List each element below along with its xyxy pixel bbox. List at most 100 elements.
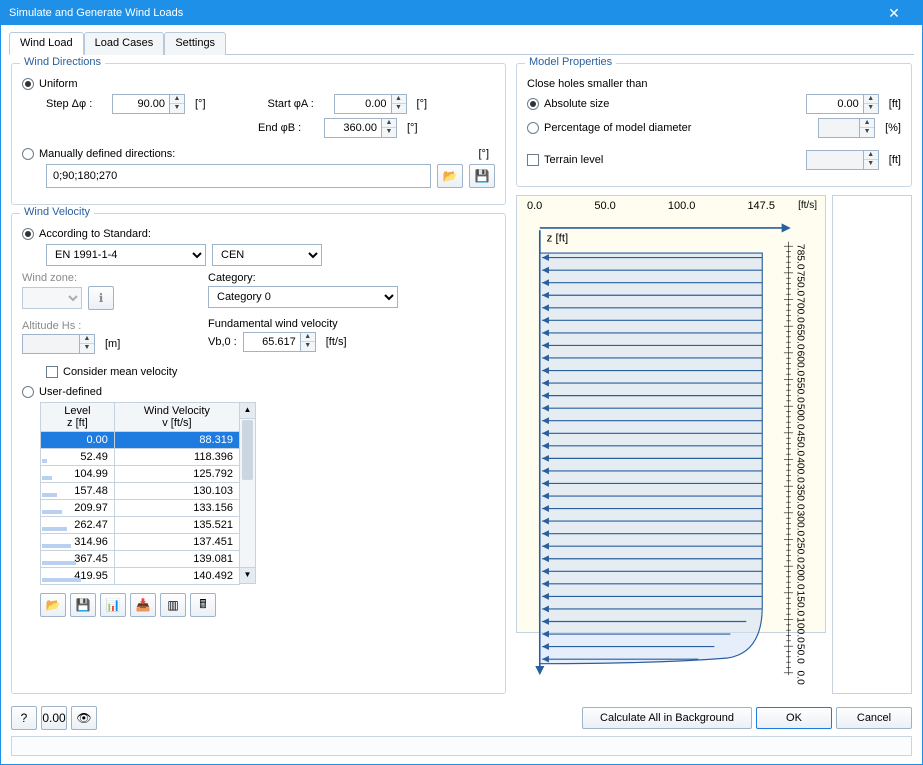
label-step-dphi: Step Δφ : (46, 98, 106, 110)
svg-text:250.0: 250.0 (795, 537, 806, 563)
svg-text:785.0: 785.0 (795, 244, 806, 270)
svg-text:600.0: 600.0 (795, 351, 806, 377)
units-settings-icon[interactable]: 0.00 (41, 706, 67, 730)
radio-percentage-diameter[interactable]: Percentage of model diameter (527, 122, 691, 134)
svg-text:0.0: 0.0 (795, 671, 806, 686)
table-row[interactable]: 314.96137.451 (41, 534, 240, 551)
save-icon[interactable]: 💾 (469, 164, 495, 188)
select-national-annex[interactable]: CEN (212, 244, 322, 266)
table-height-velocity: Levelz [ft] Wind Velocityv [ft/s] 0.0088… (40, 402, 240, 585)
group-wind-directions: Wind Directions Uniform Step Δφ : ▲▼ [°] (11, 63, 506, 205)
save-icon[interactable]: 💾 (70, 593, 96, 617)
chevron-up-icon[interactable]: ▲ (864, 95, 878, 104)
radio-dot-icon (22, 228, 34, 240)
chevron-up-icon[interactable]: ▲ (240, 403, 255, 419)
svg-text:700.0: 700.0 (795, 297, 806, 323)
radio-manual-label: Manually defined directions: (39, 148, 175, 160)
chevron-down-icon[interactable]: ▼ (392, 104, 406, 113)
label-altitude-hs: Altitude Hs : (22, 320, 202, 332)
unit-altitude: [m] (105, 338, 120, 350)
checkbox-mean-velocity[interactable]: Consider mean velocity (46, 366, 177, 378)
scrollbar-thumb[interactable] (242, 420, 253, 480)
button-calculate-background[interactable]: Calculate All in Background (582, 707, 752, 729)
unit-start: [°] (417, 98, 428, 110)
table-row[interactable]: 419.95140.492 (41, 568, 240, 585)
select-terrain-category[interactable]: Category 0 (208, 286, 398, 308)
radio-absolute-size[interactable]: Absolute size (527, 98, 609, 110)
export-excel-icon[interactable]: 📊 (100, 593, 126, 617)
group-model-properties: Model Properties Close holes smaller tha… (516, 63, 912, 187)
input-vb0[interactable]: ▲▼ (243, 332, 316, 352)
unit-manual: [°] (478, 148, 489, 160)
radio-uniform-label: Uniform (39, 78, 78, 90)
button-ok[interactable]: OK (756, 707, 832, 729)
chevron-down-icon[interactable]: ▼ (301, 342, 315, 351)
input-altitude-hs: ▲▼ (22, 334, 95, 354)
columns-icon[interactable]: ▥ (160, 593, 186, 617)
svg-text:350.0: 350.0 (795, 484, 806, 510)
table-row[interactable]: 262.47135.521 (41, 517, 240, 534)
input-step-dphi[interactable]: ▲▼ (112, 94, 185, 114)
table-row[interactable]: 209.97133.156 (41, 500, 240, 517)
tab-wind-load[interactable]: Wind Load (9, 32, 84, 55)
chevron-up-icon[interactable]: ▲ (301, 333, 315, 342)
import-table-icon[interactable]: 📥 (130, 593, 156, 617)
chevron-down-icon[interactable]: ▼ (170, 104, 184, 113)
chevron-up-icon[interactable]: ▲ (170, 95, 184, 104)
radio-user-defined[interactable]: User-defined (22, 386, 102, 398)
help-icon[interactable]: ? (11, 706, 37, 730)
svg-text:550.0: 550.0 (795, 377, 806, 403)
table-header-level: Levelz [ft] (41, 403, 115, 432)
radio-uniform[interactable]: Uniform (22, 78, 78, 90)
table-row[interactable]: 157.48130.103 (41, 483, 240, 500)
input-start-phiA[interactable]: ▲▼ (334, 94, 407, 114)
checkbox-mean-velocity-label: Consider mean velocity (63, 366, 177, 378)
radio-according-standard[interactable]: According to Standard: (22, 228, 151, 240)
table-scrollbar[interactable]: ▲ ▼ (240, 402, 256, 584)
info-icon[interactable]: ℹ (88, 286, 114, 310)
label-vb0: Vb,0 : (208, 336, 237, 348)
window-title: Simulate and Generate Wind Loads (9, 1, 183, 25)
input-terrain-level: ▲▼ (806, 150, 879, 170)
group-title-wind-velocity: Wind Velocity (20, 206, 94, 218)
table-row[interactable]: 52.49118.396 (41, 449, 240, 466)
label-fund-vel: Fundamental wind velocity (208, 318, 495, 330)
label-close-holes: Close holes smaller than (527, 78, 901, 90)
label-category: Category: (208, 272, 495, 284)
chevron-up-icon[interactable]: ▲ (382, 119, 396, 128)
group-title-model-properties: Model Properties (525, 56, 616, 68)
checkbox-terrain-level[interactable]: Terrain level (527, 154, 603, 166)
button-cancel[interactable]: Cancel (836, 707, 912, 729)
unit-vb0: [ft/s] (326, 336, 347, 348)
title-bar: Simulate and Generate Wind Loads ✕ (1, 1, 922, 25)
tab-settings[interactable]: Settings (164, 32, 226, 55)
group-title-wind-directions: Wind Directions (20, 56, 105, 68)
select-standard[interactable]: EN 1991-1-4 (46, 244, 206, 266)
svg-text:450.0: 450.0 (795, 431, 806, 457)
eye-icon[interactable]: 👁 (71, 706, 97, 730)
chevron-up-icon[interactable]: ▲ (392, 95, 406, 104)
table-row[interactable]: 0.0088.319 (41, 432, 240, 449)
close-icon[interactable]: ✕ (874, 1, 914, 25)
select-wind-zone (22, 287, 82, 309)
unit-terrain: [ft] (889, 154, 901, 166)
input-manual-directions[interactable] (46, 164, 431, 188)
radio-manual-directions[interactable]: Manually defined directions: (22, 148, 175, 160)
table-row[interactable]: 104.99125.792 (41, 466, 240, 483)
radio-according-label: According to Standard: (39, 228, 151, 240)
right-column: Model Properties Close holes smaller tha… (516, 63, 912, 694)
input-absolute-size[interactable]: ▲▼ (806, 94, 879, 114)
svg-text:100.0: 100.0 (795, 617, 806, 643)
calculator-icon[interactable]: 🖩 (190, 593, 216, 617)
left-column: Wind Directions Uniform Step Δφ : ▲▼ [°] (11, 63, 506, 694)
chevron-down-icon[interactable]: ▼ (864, 104, 878, 113)
svg-text:200.0: 200.0 (795, 564, 806, 590)
chevron-down-icon[interactable]: ▼ (240, 567, 255, 583)
input-end-phiB[interactable]: ▲▼ (324, 118, 397, 138)
chevron-down-icon[interactable]: ▼ (382, 128, 396, 137)
tab-load-cases[interactable]: Load Cases (84, 32, 165, 55)
dialog-footer: ? 0.00 👁 Calculate All in Background OK … (1, 700, 922, 736)
radio-dot-icon (22, 148, 34, 160)
folder-open-icon[interactable]: 📂 (437, 164, 463, 188)
table-row[interactable]: 367.45139.081 (41, 551, 240, 568)
